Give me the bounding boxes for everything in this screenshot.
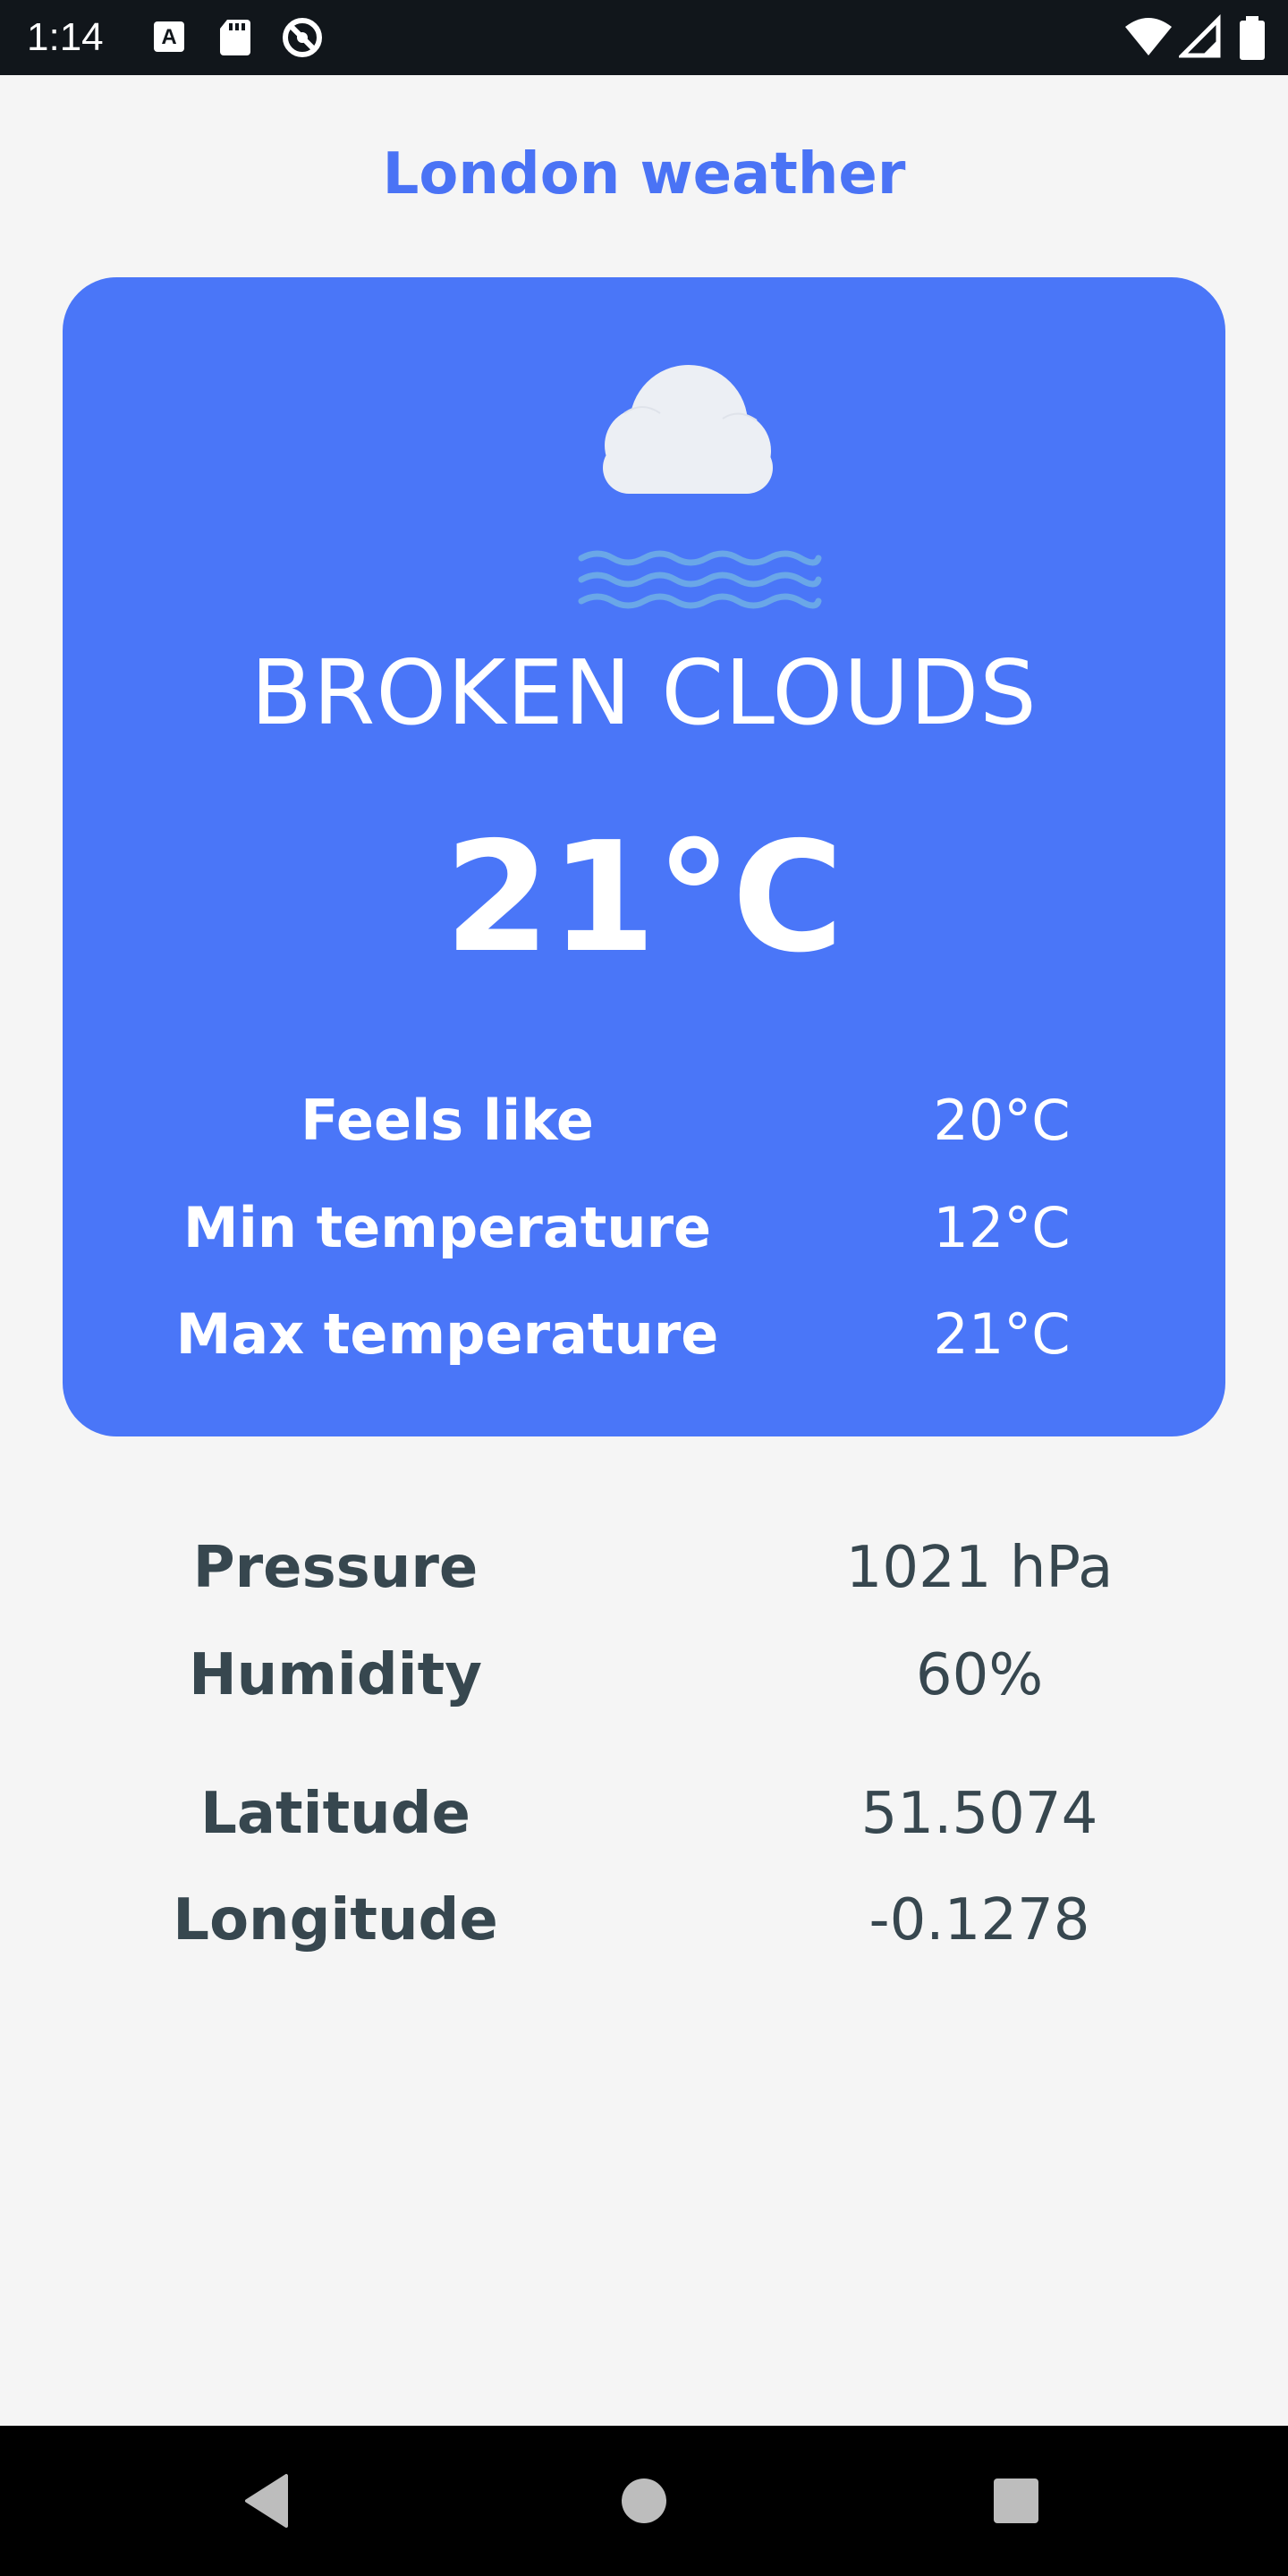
navigation-bar <box>0 2426 1288 2576</box>
latitude-row: Latitude 51.5074 <box>0 1774 1288 1854</box>
battery-icon <box>1234 14 1277 61</box>
a-notification-icon: A <box>148 14 191 61</box>
home-icon[interactable] <box>612 2469 676 2533</box>
longitude-row: Longitude -0.1278 <box>0 1880 1288 1961</box>
wifi-icon <box>1123 14 1172 61</box>
humidity-label: Humidity <box>189 1642 482 1708</box>
latitude-label: Latitude <box>200 1781 470 1847</box>
max-temperature-row: Max temperature 21°C <box>63 1294 1225 1375</box>
weather-condition: BROKEN CLOUDS <box>250 640 1038 745</box>
humidity-value: 60% <box>915 1642 1044 1708</box>
latitude-value: 51.5074 <box>860 1781 1098 1847</box>
max-temperature-value: 21°C <box>933 1301 1071 1367</box>
signal-icon <box>1179 14 1222 61</box>
current-temperature: 21°C <box>444 809 844 987</box>
svg-text:A: A <box>161 25 176 49</box>
cloud-fog-icon <box>572 327 841 864</box>
page-title: London weather <box>382 141 906 208</box>
min-temperature-value: 12°C <box>933 1195 1071 1260</box>
pressure-value: 1021 hPa <box>845 1535 1114 1601</box>
pressure-row: Pressure 1021 hPa <box>0 1528 1288 1608</box>
feels-like-label: Feels like <box>301 1088 594 1153</box>
no-sync-icon <box>279 14 322 61</box>
humidity-row: Humidity 60% <box>0 1635 1288 1716</box>
back-icon[interactable] <box>236 2469 301 2533</box>
min-temperature-label: Min temperature <box>182 1195 712 1260</box>
feels-like-value: 20°C <box>933 1088 1071 1153</box>
status-time: 1:14 <box>27 15 104 59</box>
longitude-value: -0.1278 <box>869 1887 1090 1953</box>
status-bar: 1:14 A <box>0 0 1288 75</box>
recents-icon[interactable] <box>984 2469 1048 2533</box>
min-temperature-row: Min temperature 12°C <box>63 1188 1225 1268</box>
pressure-label: Pressure <box>192 1535 479 1601</box>
sd-card-icon <box>215 14 258 61</box>
longitude-label: Longitude <box>173 1887 498 1953</box>
max-temperature-label: Max temperature <box>175 1301 719 1367</box>
feels-like-row-page: Feels like 20°C <box>63 1080 1225 1161</box>
